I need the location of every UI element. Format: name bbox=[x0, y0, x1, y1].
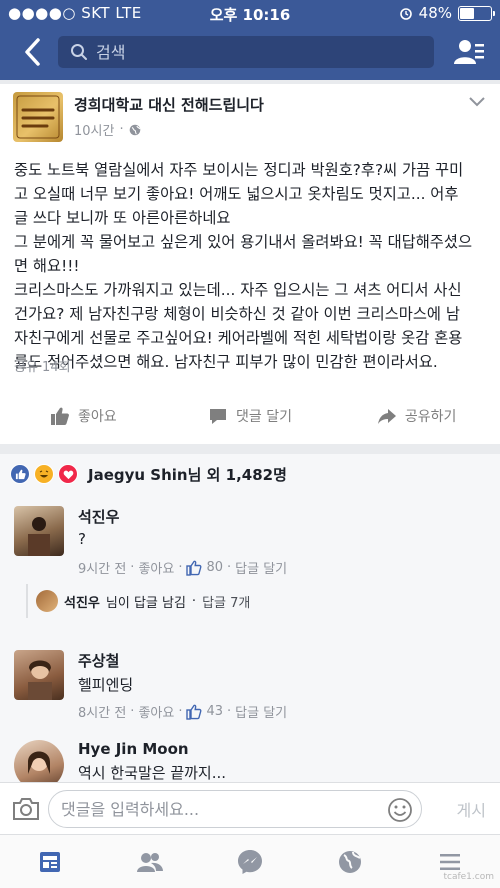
comments-list: 석진우 ? 9시간 전 · 좋아요 · 80 · 답글 달기 석진우 님이 답글 남김 … bbox=[0, 494, 500, 790]
post-line: 중도 노트북 열람실에서 자주 보이시는 정디과 박원호?후?씨 가끔 꾸미 bbox=[14, 161, 464, 179]
page-avatar[interactable] bbox=[13, 92, 63, 142]
battery-percent: 48% bbox=[418, 4, 452, 22]
comment-meta: 9시간 전 · 좋아요 · 80 · 답글 달기 bbox=[78, 558, 288, 577]
share-count[interactable]: 공유 14회 bbox=[14, 356, 71, 375]
post-line: 면 해요!!! bbox=[14, 257, 80, 275]
share-label: 공유하기 bbox=[404, 409, 457, 425]
battery-icon bbox=[458, 5, 495, 21]
search-bar[interactable] bbox=[58, 36, 434, 68]
comment-label: 댓글 달기 bbox=[236, 409, 292, 425]
haha-reaction-icon bbox=[34, 464, 54, 484]
battery-fill bbox=[460, 7, 474, 19]
comment-item: Hye Jin Moon 역시 한국말은 끝까지... bbox=[0, 736, 500, 790]
commenter-avatar[interactable] bbox=[14, 506, 64, 556]
nav-row bbox=[0, 30, 500, 74]
like-count-icon bbox=[186, 560, 202, 576]
comment-text: 역시 한국말은 끝까지... bbox=[78, 764, 227, 782]
share-icon bbox=[377, 409, 396, 424]
search-icon bbox=[71, 44, 87, 60]
post-line: 자친구에게 선물로 주고싶어요! 케어라벨에 적힌 세탁법이랑 옷감 혼용 bbox=[14, 329, 463, 347]
comment-item: 석진우 ? 9시간 전 · 좋아요 · 80 · 답글 달기 bbox=[0, 502, 500, 586]
globe-icon bbox=[129, 124, 141, 135]
like-label: 좋아요 bbox=[78, 409, 117, 425]
search-input[interactable] bbox=[96, 42, 396, 62]
comment-icon bbox=[210, 409, 227, 424]
friends-icon bbox=[137, 852, 163, 872]
post-comment-button[interactable]: 게시 bbox=[457, 797, 486, 821]
post-meta: 10시간 · bbox=[74, 120, 141, 139]
reply-author: 석진우 bbox=[64, 595, 100, 611]
comment-time: 8시간 전 bbox=[78, 706, 127, 721]
tab-friends[interactable] bbox=[100, 835, 200, 888]
comment-like-link[interactable]: 좋아요 bbox=[138, 702, 174, 721]
love-reaction-icon bbox=[58, 464, 78, 484]
post-line: 글 쓰다 보니까 또 아른아른하네요 bbox=[14, 209, 231, 227]
notifications-globe-icon bbox=[339, 850, 361, 873]
status-bar: ●●●●○ SKT LTE 오후 10:16 48% bbox=[0, 0, 500, 26]
news-feed-icon bbox=[40, 851, 60, 872]
like-count-icon bbox=[186, 704, 202, 720]
reactions-summary[interactable]: Jaegyu Shin님 외 1,482명 bbox=[0, 454, 500, 494]
like-icon bbox=[51, 407, 69, 425]
chevron-down-icon[interactable] bbox=[468, 96, 486, 108]
emoji-icon[interactable] bbox=[387, 797, 413, 823]
alarm-icon bbox=[399, 8, 412, 20]
page-name[interactable]: 경희대학교 대신 전해드립니다 bbox=[74, 94, 264, 115]
back-icon[interactable] bbox=[18, 36, 48, 68]
friend-requests-icon[interactable] bbox=[454, 38, 484, 66]
comment-text: ? bbox=[78, 530, 86, 548]
camera-icon[interactable] bbox=[12, 796, 40, 822]
tab-notifications[interactable] bbox=[300, 835, 400, 888]
watermark: tcafe1.com bbox=[443, 872, 494, 882]
comment-button[interactable]: 댓글 달기 bbox=[167, 396, 334, 436]
reactors-rest: 님 외 1,482명 bbox=[187, 465, 287, 484]
post-body: 중도 노트북 열람실에서 자주 보이시는 정디과 박원호?후?씨 가끔 꾸미 고… bbox=[14, 158, 488, 374]
dot-separator: · bbox=[119, 122, 124, 137]
post-line: 그 분에게 꼭 물어보고 싶은게 있어 용기내서 올려봐요! 꼭 대답해주셨으 bbox=[14, 233, 473, 251]
like-button[interactable]: 좋아요 bbox=[0, 396, 167, 436]
post-line: 건가요? 제 남자친구랑 체형이 비슷하신 것 같아 이번 크리스마스에 남 bbox=[14, 305, 460, 323]
comment-composer: 게시 bbox=[0, 782, 500, 834]
reactions-label: Jaegyu Shin님 외 1,482명 bbox=[88, 464, 287, 485]
post-time[interactable]: 10시간 bbox=[74, 120, 114, 139]
post-line: 크리스마스도 가까워지고 있는데... 자주 입으시는 그 셔츠 어디서 사신 bbox=[14, 281, 462, 299]
comment-like-count: 80 bbox=[206, 560, 224, 575]
commenter-name[interactable]: 석진우 bbox=[78, 506, 119, 527]
post-line: 률도 적어주셨으면 해요. 남자친구 피부가 많이 민감한 편이라서요. bbox=[14, 353, 438, 371]
comment-input-box[interactable] bbox=[48, 790, 422, 828]
comment-meta: 8시간 전 · 좋아요 · 43 · 답글 달기 bbox=[78, 702, 288, 721]
messenger-icon bbox=[238, 849, 262, 874]
post-actions: 좋아요 댓글 달기 공유하기 bbox=[0, 396, 500, 436]
commenter-name[interactable]: Hye Jin Moon bbox=[78, 740, 189, 758]
reactor-name: Jaegyu Shin bbox=[88, 465, 188, 484]
post-card: 경희대학교 대신 전해드립니다 10시간 · 중도 노트북 열람실에서 자주 보… bbox=[0, 84, 500, 444]
comment-like-link[interactable]: 좋아요 bbox=[138, 558, 174, 577]
replies-summary[interactable]: 석진우 님이 답글 남김 · 답글 7개 bbox=[26, 584, 500, 618]
comment-item: 주상철 헬피엔딩 8시간 전 · 좋아요 · 43 · 답글 달기 bbox=[0, 646, 500, 730]
comment-input[interactable] bbox=[61, 799, 371, 819]
comment-like-count: 43 bbox=[206, 704, 224, 719]
status-right: 48% bbox=[399, 4, 495, 22]
post-line: 고 오실때 너무 보기 좋아요! 어깨도 넓으시고 옷차림도 멋지고... 어후 bbox=[14, 185, 459, 203]
tab-messenger[interactable] bbox=[200, 835, 300, 888]
comment-reply-link[interactable]: 답글 달기 bbox=[235, 702, 287, 721]
commenter-avatar[interactable] bbox=[14, 650, 64, 700]
page-logo bbox=[16, 95, 60, 139]
share-button[interactable]: 공유하기 bbox=[333, 396, 500, 436]
bottom-tab-bar bbox=[0, 834, 500, 888]
reply-avatar bbox=[36, 590, 58, 612]
comment-time: 9시간 전 bbox=[78, 562, 127, 577]
like-reaction-icon bbox=[10, 464, 30, 484]
top-bar: ●●●●○ SKT LTE 오후 10:16 48% bbox=[0, 0, 500, 80]
comment-reply-link[interactable]: 답글 달기 bbox=[235, 558, 287, 577]
tab-news-feed[interactable] bbox=[0, 835, 100, 888]
commenter-name[interactable]: 주상철 bbox=[78, 650, 119, 671]
view-replies-link[interactable]: 답글 7개 bbox=[202, 592, 250, 611]
reply-text: 님이 답글 남김 bbox=[105, 595, 186, 611]
comment-text: 헬피엔딩 bbox=[78, 676, 134, 694]
